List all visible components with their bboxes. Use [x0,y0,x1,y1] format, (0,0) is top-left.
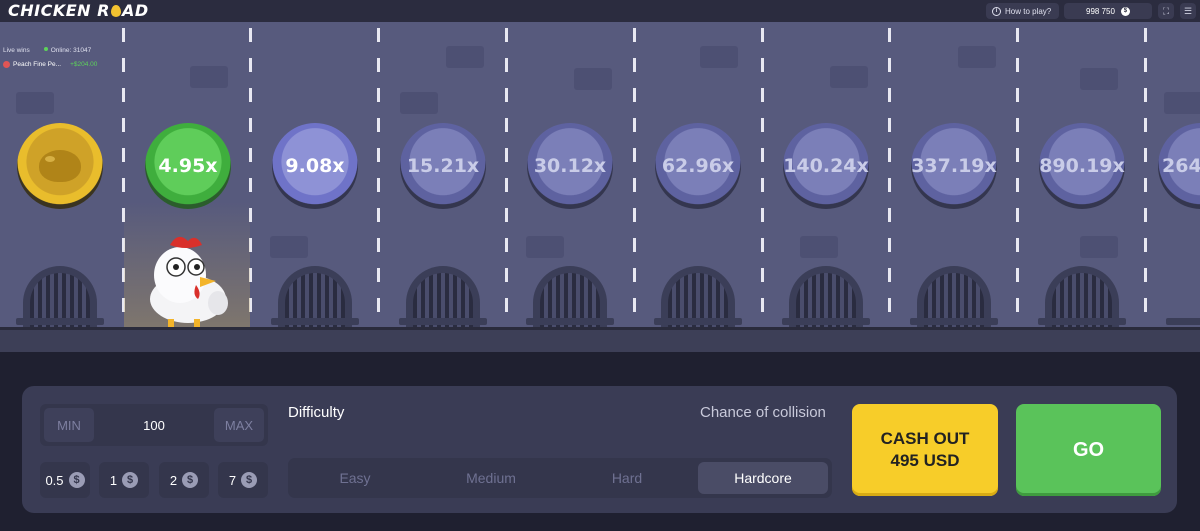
currency-icon: $ [1120,6,1130,16]
game-field: 4.95x 9.08x 15.21x 30.12x 62.96x 140.24x… [0,22,1200,352]
lane-divider [1144,28,1147,328]
bet-amount-input[interactable]: 100 [100,404,208,446]
quick-bet-button[interactable]: 0.5 $ [40,462,90,498]
difficulty-label: Difficulty [288,404,345,421]
wall-brick [1080,236,1118,258]
multiplier-coin: 4.95x [145,123,231,209]
balance-display: 998 750 $ [1064,3,1152,19]
wall-brick [270,236,308,258]
wall-brick [574,68,612,90]
lane-divider [633,28,636,328]
difficulty-easy[interactable]: Easy [290,462,420,494]
max-bet-button[interactable]: MAX [214,408,264,442]
quick-bet-button[interactable]: 2 $ [159,462,209,498]
difficulty-hardcore[interactable]: Hardcore [698,462,828,494]
sidewalk [0,330,1200,352]
multiplier-coin[interactable]: 9.08x [272,123,358,209]
how-to-play-button[interactable]: i How to play? [986,3,1060,19]
top-bar: CHICKEN R AD i How to play? 998 750 $ ⛶ ☰ [0,0,1200,22]
live-wins-bar: Live wins Online: 31047 [3,47,92,54]
dollar-icon: $ [122,472,139,488]
wall-brick [526,236,564,258]
quick-bet-button[interactable]: 7 $ [218,462,268,498]
multiplier-coin: 890.19x [1039,123,1125,209]
lane-divider [888,28,891,328]
difficulty-hard[interactable]: Hard [562,462,692,494]
avatar [3,61,10,68]
difficulty-medium[interactable]: Medium [426,462,556,494]
difficulty-selector: Easy Medium Hard Hardcore [288,458,832,498]
lane-divider [761,28,764,328]
wall-brick [190,66,228,88]
roast-chicken-coin [17,123,103,209]
multiplier-coin: 30.12x [527,123,613,209]
wall-brick [16,92,54,114]
multiplier-coin: 337.19x [911,123,997,209]
wall-brick [446,46,484,68]
control-panel: MIN 100 MAX 0.5 $ 1 $ 2 $ 7 $ Difficulty… [22,386,1177,513]
wall-brick [700,46,738,68]
multiplier-coin: 62.96x [655,123,741,209]
roast-chicken-icon [39,150,81,182]
wall-brick [400,92,438,114]
wall-brick [830,66,868,88]
multiplier-coin: 140.24x [783,123,869,209]
dollar-icon: $ [68,472,85,488]
multiplier-coin: 15.21x [400,123,486,209]
game-logo: CHICKEN R AD [8,1,149,20]
multiplier-coin: 264 [1158,123,1200,209]
quick-bet-button[interactable]: 1 $ [99,462,149,498]
min-bet-button[interactable]: MIN [44,408,94,442]
wall-brick [1164,92,1200,114]
chicken-character [150,236,228,327]
dollar-icon: $ [241,472,258,488]
info-icon: i [992,6,1001,16]
lane-divider [1016,28,1019,328]
wall-brick [1080,68,1118,90]
lane-divider [377,28,380,328]
wall-brick [800,236,838,258]
dollar-icon: $ [182,472,199,488]
collision-chance-label: Chance of collision [700,404,826,421]
live-win-item: Peach Fine Pe... +$204.00 [3,61,97,68]
online-dot-icon [43,47,48,51]
go-button[interactable]: GO [1016,404,1161,496]
bet-amount-box: MIN 100 MAX [40,404,268,446]
egg-icon [110,5,121,17]
wall-brick [958,46,996,68]
cash-out-button[interactable]: CASH OUT 495 USD [852,404,998,496]
lane-divider [505,28,508,328]
menu-button[interactable]: ☰ [1180,3,1196,19]
fullscreen-button[interactable]: ⛶ [1158,3,1174,19]
